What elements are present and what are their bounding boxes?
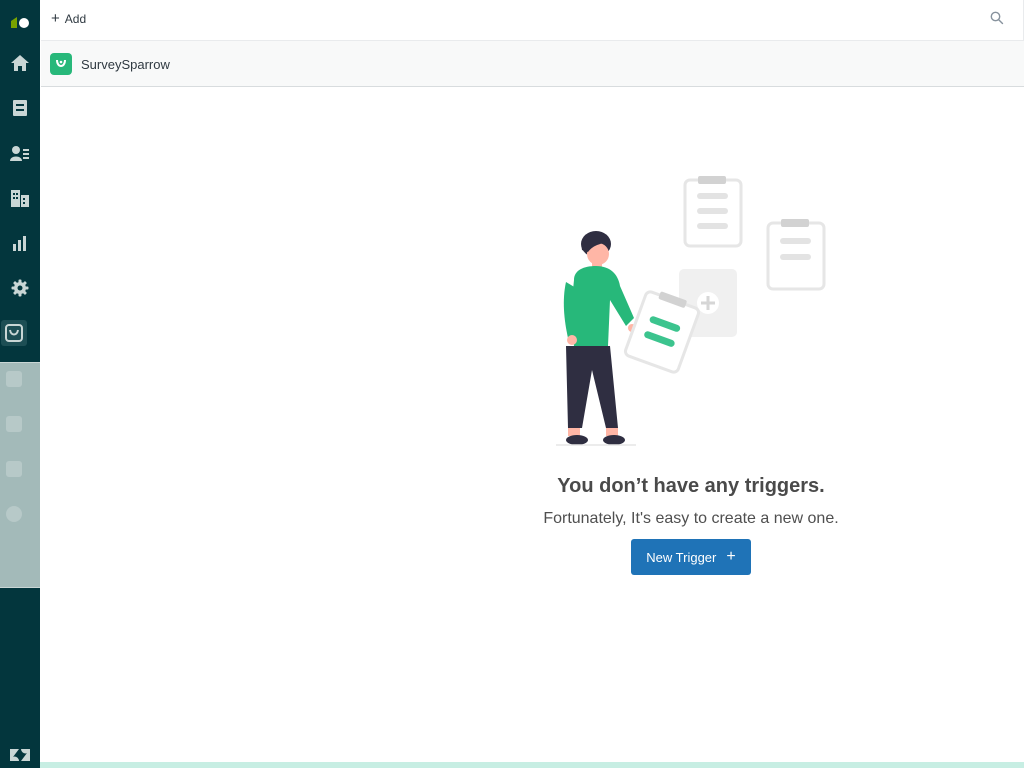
zendesk-logo-icon[interactable]: [0, 0, 40, 40]
nav-reporting[interactable]: [0, 223, 40, 263]
new-trigger-button[interactable]: New Trigger +: [631, 539, 751, 575]
clipboard-icon: [766, 219, 826, 291]
person-illustration: [556, 231, 636, 446]
reporting-icon: [13, 236, 26, 251]
bottom-strip: [40, 762, 1024, 768]
add-button[interactable]: + Add: [51, 9, 86, 29]
nav-admin[interactable]: [0, 268, 40, 308]
plus-icon: +: [726, 548, 736, 565]
empty-state-title: You don’t have any triggers.: [557, 475, 825, 497]
app-placeholder-icon[interactable]: [6, 371, 22, 387]
clipboard-icon: [683, 176, 743, 248]
nav-home[interactable]: [0, 43, 40, 83]
top-bar: + Add: [41, 0, 1024, 41]
home-icon: [11, 55, 29, 71]
apps-tray: [0, 362, 40, 588]
app-placeholder-icon[interactable]: [6, 416, 22, 432]
app-placeholder-icon[interactable]: [6, 461, 22, 477]
views-icon: [13, 100, 27, 116]
nav-surveysparrow[interactable]: [0, 313, 34, 353]
app-title: SurveySparrow: [81, 57, 170, 72]
customers-icon: [10, 146, 29, 161]
organizations-icon: [11, 190, 29, 207]
admin-icon: [11, 279, 29, 297]
nav-customers[interactable]: [0, 133, 40, 173]
surveysparrow-icon: [5, 324, 23, 342]
empty-state-subtitle: Fortunately, It's easy to create a new o…: [543, 510, 839, 527]
plus-icon: +: [51, 10, 60, 27]
search-icon[interactable]: [990, 11, 1004, 25]
app-header: SurveySparrow: [41, 41, 1024, 87]
zendesk-icon[interactable]: [0, 735, 40, 775]
add-button-label: Add: [64, 12, 87, 26]
nav-rail: [0, 0, 40, 768]
empty-state-illustration: [556, 176, 826, 446]
app-placeholder-icon[interactable]: [6, 506, 22, 522]
nav-organizations[interactable]: [0, 178, 40, 218]
surveysparrow-logo-icon: [50, 53, 72, 75]
new-trigger-label: New Trigger: [646, 549, 717, 565]
nav-views[interactable]: [0, 88, 40, 128]
